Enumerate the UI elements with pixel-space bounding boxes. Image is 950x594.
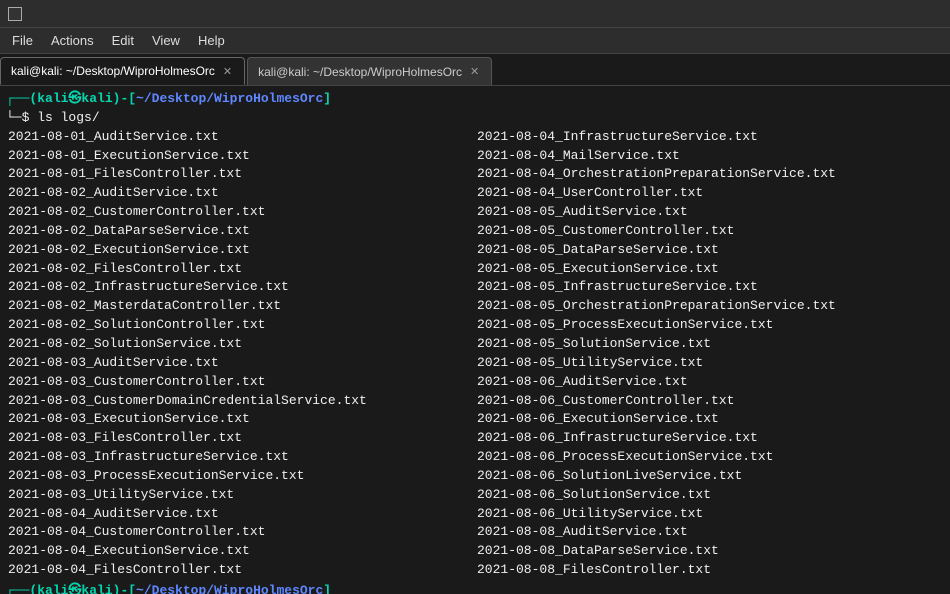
file-entry: 2021-08-04_FilesController.txt — [6, 561, 475, 580]
maximize-button[interactable] — [886, 0, 914, 28]
prompt-user-2: kali㉿kali — [37, 582, 112, 594]
file-entry: 2021-08-03_AuditService.txt — [6, 354, 475, 373]
file-entry: 2021-08-04_InfrastructureService.txt — [475, 128, 944, 147]
file-entry: 2021-08-05_InfrastructureService.txt — [475, 278, 944, 297]
prompt-dollar-line-1: └─$ ls logs/ — [6, 109, 944, 128]
file-entry: 2021-08-06_UtilityService.txt — [475, 505, 944, 524]
file-listing: 2021-08-01_AuditService.txt2021-08-01_Ex… — [6, 128, 944, 580]
file-entry: 2021-08-02_DataParseService.txt — [6, 222, 475, 241]
tab-bar: kali@kali: ~/Desktop/WiproHolmesOrc✕kali… — [0, 54, 950, 86]
title-bar-left — [8, 7, 28, 21]
file-entry: 2021-08-01_ExecutionService.txt — [6, 147, 475, 166]
file-col-right: 2021-08-04_InfrastructureService.txt2021… — [475, 128, 944, 580]
close-button[interactable] — [914, 0, 942, 28]
bracket-open-1: ┌──( — [6, 90, 37, 109]
file-entry: 2021-08-03_ProcessExecutionService.txt — [6, 467, 475, 486]
file-entry: 2021-08-02_CustomerController.txt — [6, 203, 475, 222]
file-entry: 2021-08-02_MasterdataController.txt — [6, 297, 475, 316]
file-entry: 2021-08-06_SolutionService.txt — [475, 486, 944, 505]
file-entry: 2021-08-04_UserController.txt — [475, 184, 944, 203]
file-entry: 2021-08-01_FilesController.txt — [6, 165, 475, 184]
file-entry: 2021-08-06_AuditService.txt — [475, 373, 944, 392]
title-bar — [0, 0, 950, 28]
file-entry: 2021-08-03_ExecutionService.txt — [6, 410, 475, 429]
tab-label-1: kali@kali: ~/Desktop/WiproHolmesOrc — [258, 65, 462, 79]
tab-1[interactable]: kali@kali: ~/Desktop/WiproHolmesOrc ✕ — [247, 57, 492, 85]
title-bar-controls — [858, 0, 942, 28]
file-entry: 2021-08-06_InfrastructureService.txt — [475, 429, 944, 448]
file-entry: 2021-08-03_CustomerController.txt — [6, 373, 475, 392]
prompt-path-1: ~/Desktop/WiproHolmesOrc — [136, 90, 323, 109]
file-entry: 2021-08-08_DataParseService.txt — [475, 542, 944, 561]
window-icon — [8, 7, 22, 21]
file-entry: 2021-08-04_CustomerController.txt — [6, 523, 475, 542]
file-entry: 2021-08-02_AuditService.txt — [6, 184, 475, 203]
prompt-line-2: ┌──(kali㉿kali)-[~/Desktop/WiproHolmesOrc… — [6, 582, 944, 594]
file-entry: 2021-08-04_AuditService.txt — [6, 505, 475, 524]
bracket-close-2: )-[ — [113, 582, 136, 594]
prompt-path-end-1: ] — [323, 90, 331, 109]
file-entry: 2021-08-05_AuditService.txt — [475, 203, 944, 222]
file-entry: 2021-08-03_UtilityService.txt — [6, 486, 475, 505]
file-col-left: 2021-08-01_AuditService.txt2021-08-01_Ex… — [6, 128, 475, 580]
menu-item-view[interactable]: View — [144, 31, 188, 50]
file-entry: 2021-08-02_FilesController.txt — [6, 260, 475, 279]
file-entry: 2021-08-05_UtilityService.txt — [475, 354, 944, 373]
file-entry: 2021-08-06_SolutionLiveService.txt — [475, 467, 944, 486]
prompt-user-1: kali㉿kali — [37, 90, 112, 109]
file-entry: 2021-08-05_ExecutionService.txt — [475, 260, 944, 279]
tab-label-0: kali@kali: ~/Desktop/WiproHolmesOrc — [11, 64, 215, 78]
prompt-dollar-1: └─$ — [6, 109, 29, 128]
prompt-path-2: ~/Desktop/WiproHolmesOrc — [136, 582, 323, 594]
file-entry: 2021-08-04_OrchestrationPreparationServi… — [475, 165, 944, 184]
menu-item-file[interactable]: File — [4, 31, 41, 50]
menu-item-edit[interactable]: Edit — [104, 31, 142, 50]
file-entry: 2021-08-04_MailService.txt — [475, 147, 944, 166]
menu-bar: FileActionsEditViewHelp — [0, 28, 950, 54]
menu-item-actions[interactable]: Actions — [43, 31, 102, 50]
file-entry: 2021-08-05_DataParseService.txt — [475, 241, 944, 260]
prompt-command-1: ls logs/ — [29, 109, 99, 128]
tab-close-0[interactable]: ✕ — [223, 65, 232, 78]
file-entry: 2021-08-03_InfrastructureService.txt — [6, 448, 475, 467]
file-entry: 2021-08-02_ExecutionService.txt — [6, 241, 475, 260]
file-entry: 2021-08-05_OrchestrationPreparationServi… — [475, 297, 944, 316]
bracket-open-2: ┌──( — [6, 582, 37, 594]
menu-item-help[interactable]: Help — [190, 31, 233, 50]
file-entry: 2021-08-05_CustomerController.txt — [475, 222, 944, 241]
file-entry: 2021-08-08_FilesController.txt — [475, 561, 944, 580]
file-entry: 2021-08-02_SolutionController.txt — [6, 316, 475, 335]
file-entry: 2021-08-03_FilesController.txt — [6, 429, 475, 448]
bracket-close-1: )-[ — [113, 90, 136, 109]
prompt-path-end-2: ] — [323, 582, 331, 594]
file-entry: 2021-08-06_ExecutionService.txt — [475, 410, 944, 429]
prompt-line-1: ┌──(kali㉿kali)-[~/Desktop/WiproHolmesOrc… — [6, 90, 944, 109]
tab-close-1[interactable]: ✕ — [470, 65, 479, 78]
file-entry: 2021-08-04_ExecutionService.txt — [6, 542, 475, 561]
file-entry: 2021-08-01_AuditService.txt — [6, 128, 475, 147]
file-entry: 2021-08-05_SolutionService.txt — [475, 335, 944, 354]
tab-0[interactable]: kali@kali: ~/Desktop/WiproHolmesOrc ✕ — [0, 57, 245, 85]
minimize-button[interactable] — [858, 0, 886, 28]
file-entry: 2021-08-03_CustomerDomainCredentialServi… — [6, 392, 475, 411]
file-entry: 2021-08-06_ProcessExecutionService.txt — [475, 448, 944, 467]
bottom-section: ┌──(kali㉿kali)-[~/Desktop/WiproHolmesOrc… — [6, 582, 944, 594]
file-entry: 2021-08-05_ProcessExecutionService.txt — [475, 316, 944, 335]
file-entry: 2021-08-08_AuditService.txt — [475, 523, 944, 542]
file-entry: 2021-08-06_CustomerController.txt — [475, 392, 944, 411]
terminal-area[interactable]: ┌──(kali㉿kali)-[~/Desktop/WiproHolmesOrc… — [0, 86, 950, 594]
file-entry: 2021-08-02_InfrastructureService.txt — [6, 278, 475, 297]
file-entry: 2021-08-02_SolutionService.txt — [6, 335, 475, 354]
